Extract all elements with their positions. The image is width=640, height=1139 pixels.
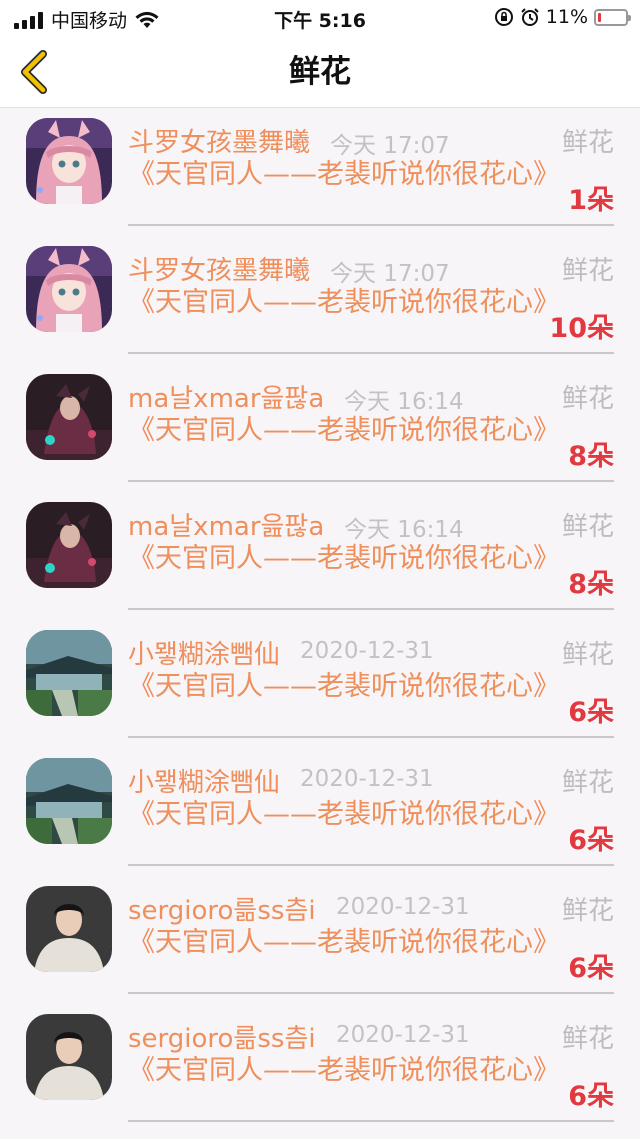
gift-record-list[interactable]: 斗罗女孩墨舞曦 今天 17:07 鲜花 《天官同人——老裴听说你很花心》 1朵 … bbox=[0, 108, 640, 1132]
book-title[interactable]: 《天官同人——老裴听说你很花心》 bbox=[128, 542, 560, 576]
portrait-avatar bbox=[26, 886, 112, 972]
avatar[interactable] bbox=[26, 1014, 112, 1100]
record-time: 2020-12-31 bbox=[336, 894, 470, 920]
gift-count: 6朵 bbox=[568, 697, 614, 728]
record-content: 小뫻糊涂뺌仙 2020-12-31 鲜花 《天官同人——老裴听说你很花心》 6朵 bbox=[128, 748, 614, 866]
book-title[interactable]: 《天官同人——老裴听说你很花心》 bbox=[128, 286, 560, 320]
record-time: 2020-12-31 bbox=[300, 638, 434, 664]
gift-count: 8朵 bbox=[568, 441, 614, 472]
sender-name[interactable]: 小뫻糊涂뺌仙 bbox=[128, 762, 280, 799]
scenery-avatar bbox=[26, 758, 112, 844]
status-bar: 中国移动 下午 5:16 11% bbox=[0, 0, 640, 36]
gift-record-row[interactable]: 小뫻糊涂뺌仙 2020-12-31 鲜花 《天官同人——老裴听说你很花心》 6朵 bbox=[0, 620, 640, 748]
record-time: 2020-12-31 bbox=[300, 766, 434, 792]
book-title[interactable]: 《天官同人——老裴听说你很花心》 bbox=[128, 414, 560, 448]
page-title: 鲜花 bbox=[289, 54, 351, 90]
sender-name[interactable]: ma날xmar읊팒a bbox=[128, 378, 324, 415]
record-time: 今天 17:07 bbox=[330, 133, 450, 159]
gift-type-label: 鲜花 bbox=[561, 768, 614, 798]
nav-bar: 鲜花 bbox=[0, 36, 640, 108]
book-title[interactable]: 《天官同人——老裴听说你很花心》 bbox=[128, 798, 560, 832]
record-content: sergioro륾ss츰i 2020-12-31 鲜花 《天官同人——老裴听说你… bbox=[128, 876, 614, 994]
anime-girl-avatar bbox=[26, 118, 112, 204]
chevron-left-icon bbox=[21, 50, 47, 94]
gift-count: 8朵 bbox=[568, 569, 614, 600]
gift-record-row[interactable]: sergioro륾ss츰i 2020-12-31 鲜花 《天官同人——老裴听说你… bbox=[0, 876, 640, 1004]
avatar[interactable] bbox=[26, 630, 112, 716]
record-content: ma날xmar읊팒a 今天 16:14 鲜花 《天官同人——老裴听说你很花心》 … bbox=[128, 492, 614, 610]
book-title[interactable]: 《天官同人——老裴听说你很花心》 bbox=[128, 1054, 560, 1088]
gift-type-label: 鲜花 bbox=[561, 896, 614, 926]
record-content: 小뫻糊涂뺌仙 2020-12-31 鲜花 《天官同人——老裴听说你很花心》 6朵 bbox=[128, 620, 614, 738]
gift-count: 10朵 bbox=[549, 313, 614, 344]
avatar[interactable] bbox=[26, 246, 112, 332]
sender-name[interactable]: ma날xmar읊팒a bbox=[128, 506, 324, 543]
record-time: 今天 17:07 bbox=[330, 261, 450, 287]
avatar[interactable] bbox=[26, 758, 112, 844]
gift-type-label: 鲜花 bbox=[561, 1024, 614, 1054]
record-content: 斗罗女孩墨舞曦 今天 17:07 鲜花 《天官同人——老裴听说你很花心》 1朵 bbox=[128, 108, 614, 226]
alarm-icon bbox=[521, 8, 539, 26]
book-title[interactable]: 《天官同人——老裴听说你很花心》 bbox=[128, 158, 560, 192]
gift-type-label: 鲜花 bbox=[561, 128, 614, 158]
avatar[interactable] bbox=[26, 374, 112, 460]
record-content: sergioro륾ss츰i 2020-12-31 鲜花 《天官同人——老裴听说你… bbox=[128, 1004, 614, 1122]
battery-percent: 11% bbox=[545, 6, 588, 28]
portrait-avatar bbox=[26, 1014, 112, 1100]
gift-record-row[interactable]: 小뫻糊涂뺌仙 2020-12-31 鲜花 《天官同人——老裴听说你很花心》 6朵 bbox=[0, 748, 640, 876]
record-content: ma날xmar읊팒a 今天 16:14 鲜花 《天官同人——老裴听说你很花心》 … bbox=[128, 364, 614, 482]
avatar[interactable] bbox=[26, 502, 112, 588]
sender-name[interactable]: 斗罗女孩墨舞曦 bbox=[128, 122, 310, 159]
sender-name[interactable]: sergioro륾ss츰i bbox=[128, 890, 316, 927]
dark-character-avatar bbox=[26, 374, 112, 460]
avatar[interactable] bbox=[26, 886, 112, 972]
sender-name[interactable]: 斗罗女孩墨舞曦 bbox=[128, 250, 310, 287]
battery-fill bbox=[598, 12, 601, 22]
gift-count: 6朵 bbox=[568, 1081, 614, 1112]
battery-icon bbox=[594, 8, 631, 26]
gift-count: 6朵 bbox=[568, 953, 614, 984]
anime-girl-avatar bbox=[26, 246, 112, 332]
record-time: 2020-12-31 bbox=[336, 1022, 470, 1048]
gift-count: 6朵 bbox=[568, 825, 614, 856]
status-right: 11% bbox=[494, 6, 631, 28]
gift-record-row[interactable]: ma날xmar읊팒a 今天 16:14 鲜花 《天官同人——老裴听说你很花心》 … bbox=[0, 364, 640, 492]
gift-type-label: 鲜花 bbox=[561, 640, 614, 670]
record-time: 今天 16:14 bbox=[344, 517, 464, 543]
scenery-avatar bbox=[26, 630, 112, 716]
rotation-lock-icon bbox=[494, 8, 513, 26]
sender-name[interactable]: sergioro륾ss츰i bbox=[128, 1018, 316, 1055]
gift-count: 1朵 bbox=[568, 185, 614, 216]
gift-type-label: 鲜花 bbox=[561, 256, 614, 286]
gift-type-label: 鲜花 bbox=[561, 384, 614, 414]
gift-record-row[interactable]: 斗罗女孩墨舞曦 今天 17:07 鲜花 《天官同人——老裴听说你很花心》 10朵 bbox=[0, 236, 640, 364]
book-title[interactable]: 《天官同人——老裴听说你很花心》 bbox=[128, 926, 560, 960]
back-button[interactable] bbox=[12, 48, 56, 96]
dark-character-avatar bbox=[26, 502, 112, 588]
gift-type-label: 鲜花 bbox=[561, 512, 614, 542]
gift-record-row[interactable]: 斗罗女孩墨舞曦 今天 17:07 鲜花 《天官同人——老裴听说你很花心》 1朵 bbox=[0, 108, 640, 236]
record-content: 斗罗女孩墨舞曦 今天 17:07 鲜花 《天官同人——老裴听说你很花心》 10朵 bbox=[128, 236, 614, 354]
record-time: 今天 16:14 bbox=[344, 389, 464, 415]
gift-record-row[interactable]: ma날xmar읊팒a 今天 16:14 鲜花 《天官同人——老裴听说你很花心》 … bbox=[0, 492, 640, 620]
avatar[interactable] bbox=[26, 118, 112, 204]
sender-name[interactable]: 小뫻糊涂뺌仙 bbox=[128, 634, 280, 671]
book-title[interactable]: 《天官同人——老裴听说你很花心》 bbox=[128, 670, 560, 704]
gift-record-row[interactable]: sergioro륾ss츰i 2020-12-31 鲜花 《天官同人——老裴听说你… bbox=[0, 1004, 640, 1132]
